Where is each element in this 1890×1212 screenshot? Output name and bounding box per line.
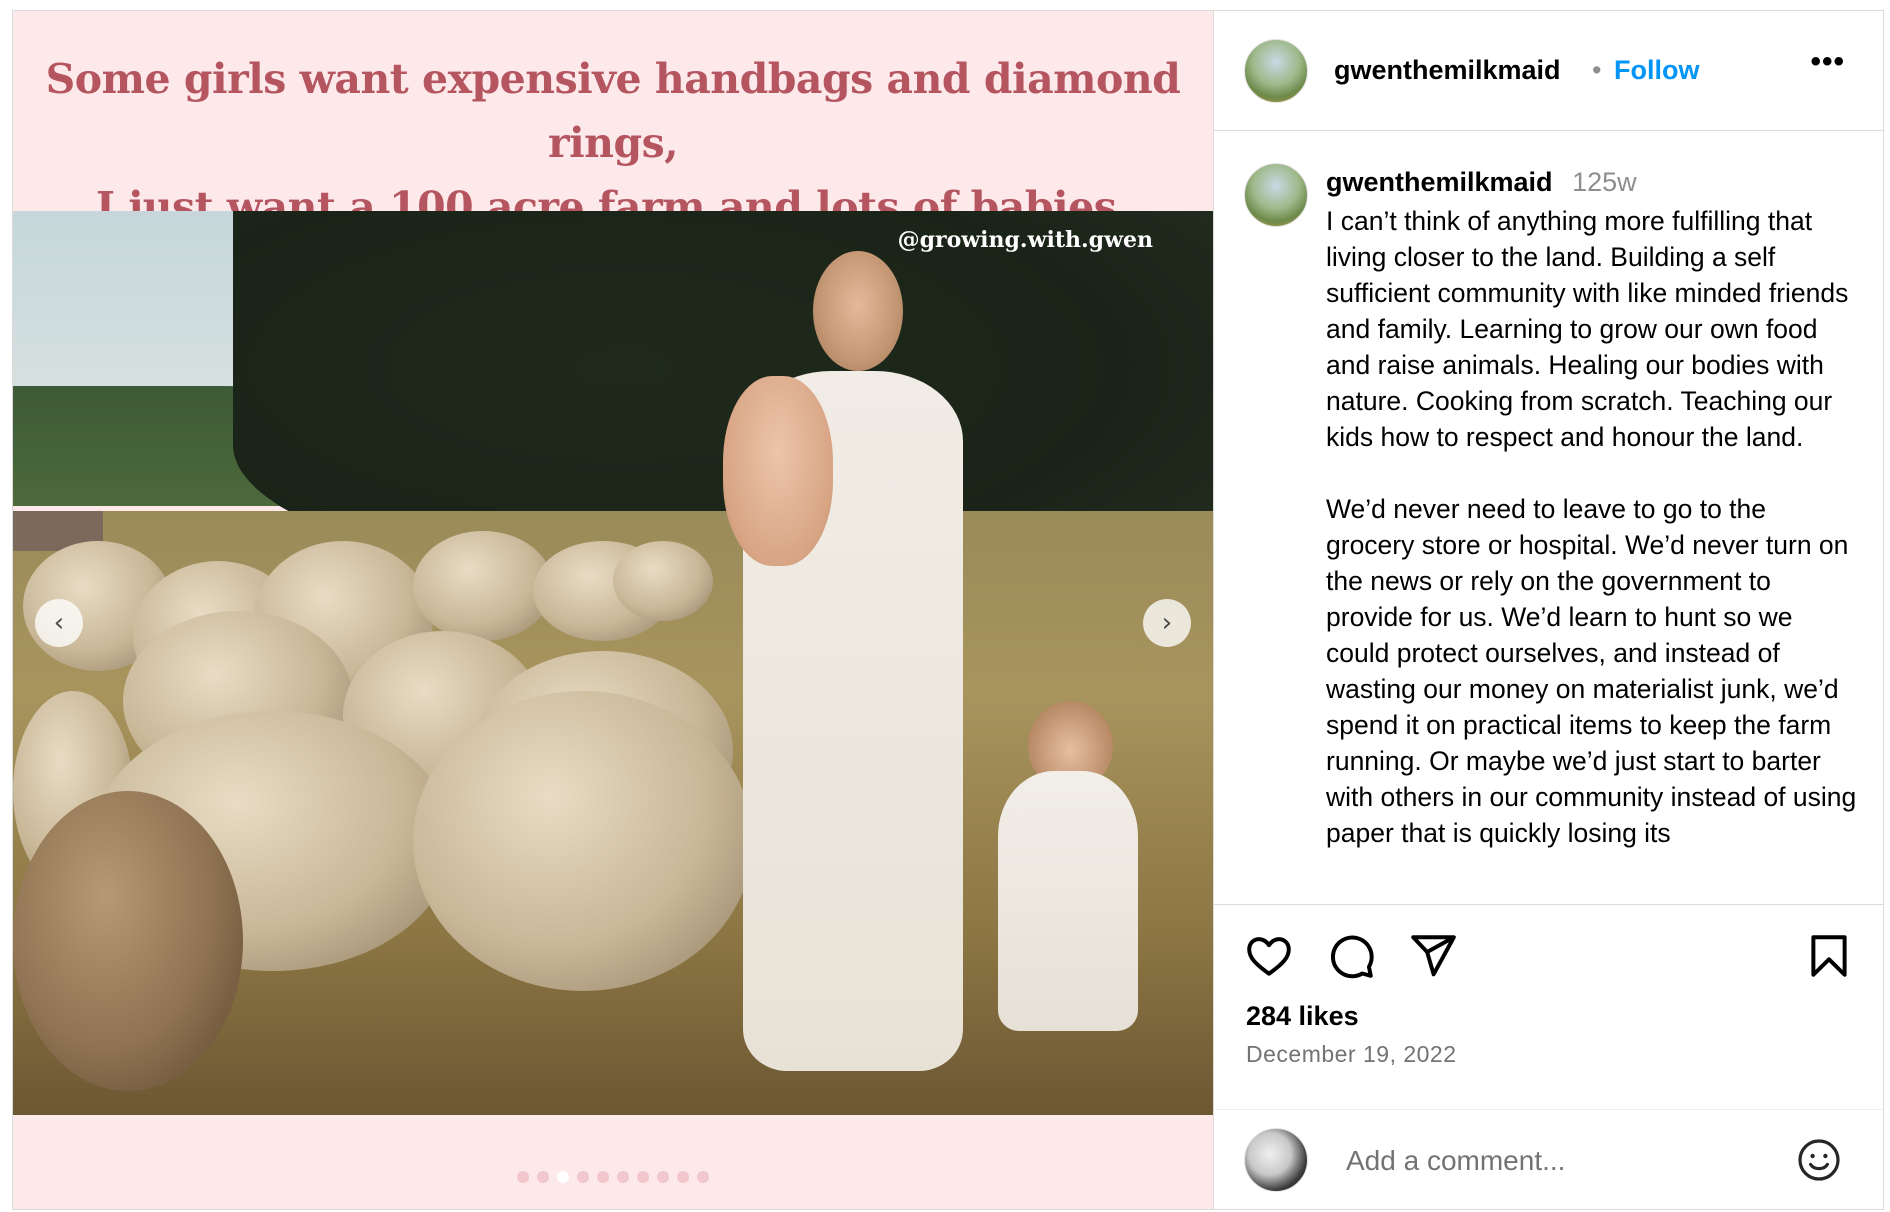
heart-icon[interactable]: [1244, 931, 1294, 981]
photo-baby: [723, 376, 833, 566]
carousel-dot: [517, 1171, 529, 1183]
carousel-dot: [537, 1171, 549, 1183]
smiley-icon[interactable]: [1795, 1136, 1843, 1184]
post-photo: @growing.with.gwen: [13, 211, 1213, 1115]
carousel-dot: [637, 1171, 649, 1183]
carousel-dot: [557, 1171, 569, 1183]
like-count[interactable]: 284 likes: [1246, 1001, 1359, 1032]
carousel-dot: [657, 1171, 669, 1183]
bookmark-icon[interactable]: [1804, 931, 1854, 981]
sheep: [613, 541, 713, 621]
quote-line-1: Some girls want expensive handbags and d…: [45, 55, 1181, 167]
photo-child: [998, 771, 1138, 1031]
comment-input[interactable]: [1344, 1132, 1778, 1190]
separator-dot: •: [1592, 55, 1602, 85]
current-user-avatar: [1244, 1128, 1308, 1192]
photo-woman-head: [813, 251, 903, 371]
carousel-dot: [577, 1171, 589, 1183]
carousel-dot: [597, 1171, 609, 1183]
caption-username[interactable]: gwenthemilkmaid: [1326, 167, 1553, 197]
caption-timestamp[interactable]: 125w: [1572, 167, 1637, 197]
author-avatar[interactable]: [1244, 39, 1308, 103]
carousel-dots: [13, 1171, 1213, 1183]
caption-scroll-area[interactable]: gwenthemilkmaid 125w I can’t think of an…: [1214, 131, 1883, 905]
carousel-dot: [697, 1171, 709, 1183]
author-username[interactable]: gwenthemilkmaid: [1334, 55, 1561, 86]
post-media[interactable]: Some girls want expensive handbags and d…: [13, 11, 1213, 1209]
chevron-right-icon: ›: [1161, 608, 1173, 638]
action-bar: [1214, 905, 1883, 985]
caption-header: gwenthemilkmaid 125w: [1326, 167, 1637, 198]
carousel-dot: [677, 1171, 689, 1183]
comment-bar: [1214, 1109, 1883, 1209]
carousel-prev-button[interactable]: ‹: [35, 599, 83, 647]
follow-button[interactable]: Follow: [1614, 55, 1699, 86]
sheep: [413, 691, 753, 991]
more-options-button[interactable]: •••: [1810, 45, 1845, 79]
caption-text: I can’t think of anything more fulfillin…: [1326, 206, 1857, 848]
comment-icon[interactable]: [1326, 931, 1376, 981]
caption-author-avatar[interactable]: [1244, 163, 1308, 227]
chevron-left-icon: ‹: [53, 608, 65, 638]
share-icon[interactable]: [1408, 931, 1458, 981]
carousel-dot: [617, 1171, 629, 1183]
instagram-post: Some girls want expensive handbags and d…: [12, 10, 1884, 1210]
photo-watermark: @growing.with.gwen: [897, 227, 1153, 253]
sheep: [413, 531, 553, 641]
post-header: gwenthemilkmaid • Follow •••: [1214, 11, 1883, 131]
post-sidebar: gwenthemilkmaid • Follow ••• gwenthemilk…: [1213, 11, 1883, 1209]
sheep: [13, 791, 243, 1091]
post-date[interactable]: December 19, 2022: [1246, 1041, 1457, 1068]
carousel-next-button[interactable]: ›: [1143, 599, 1191, 647]
